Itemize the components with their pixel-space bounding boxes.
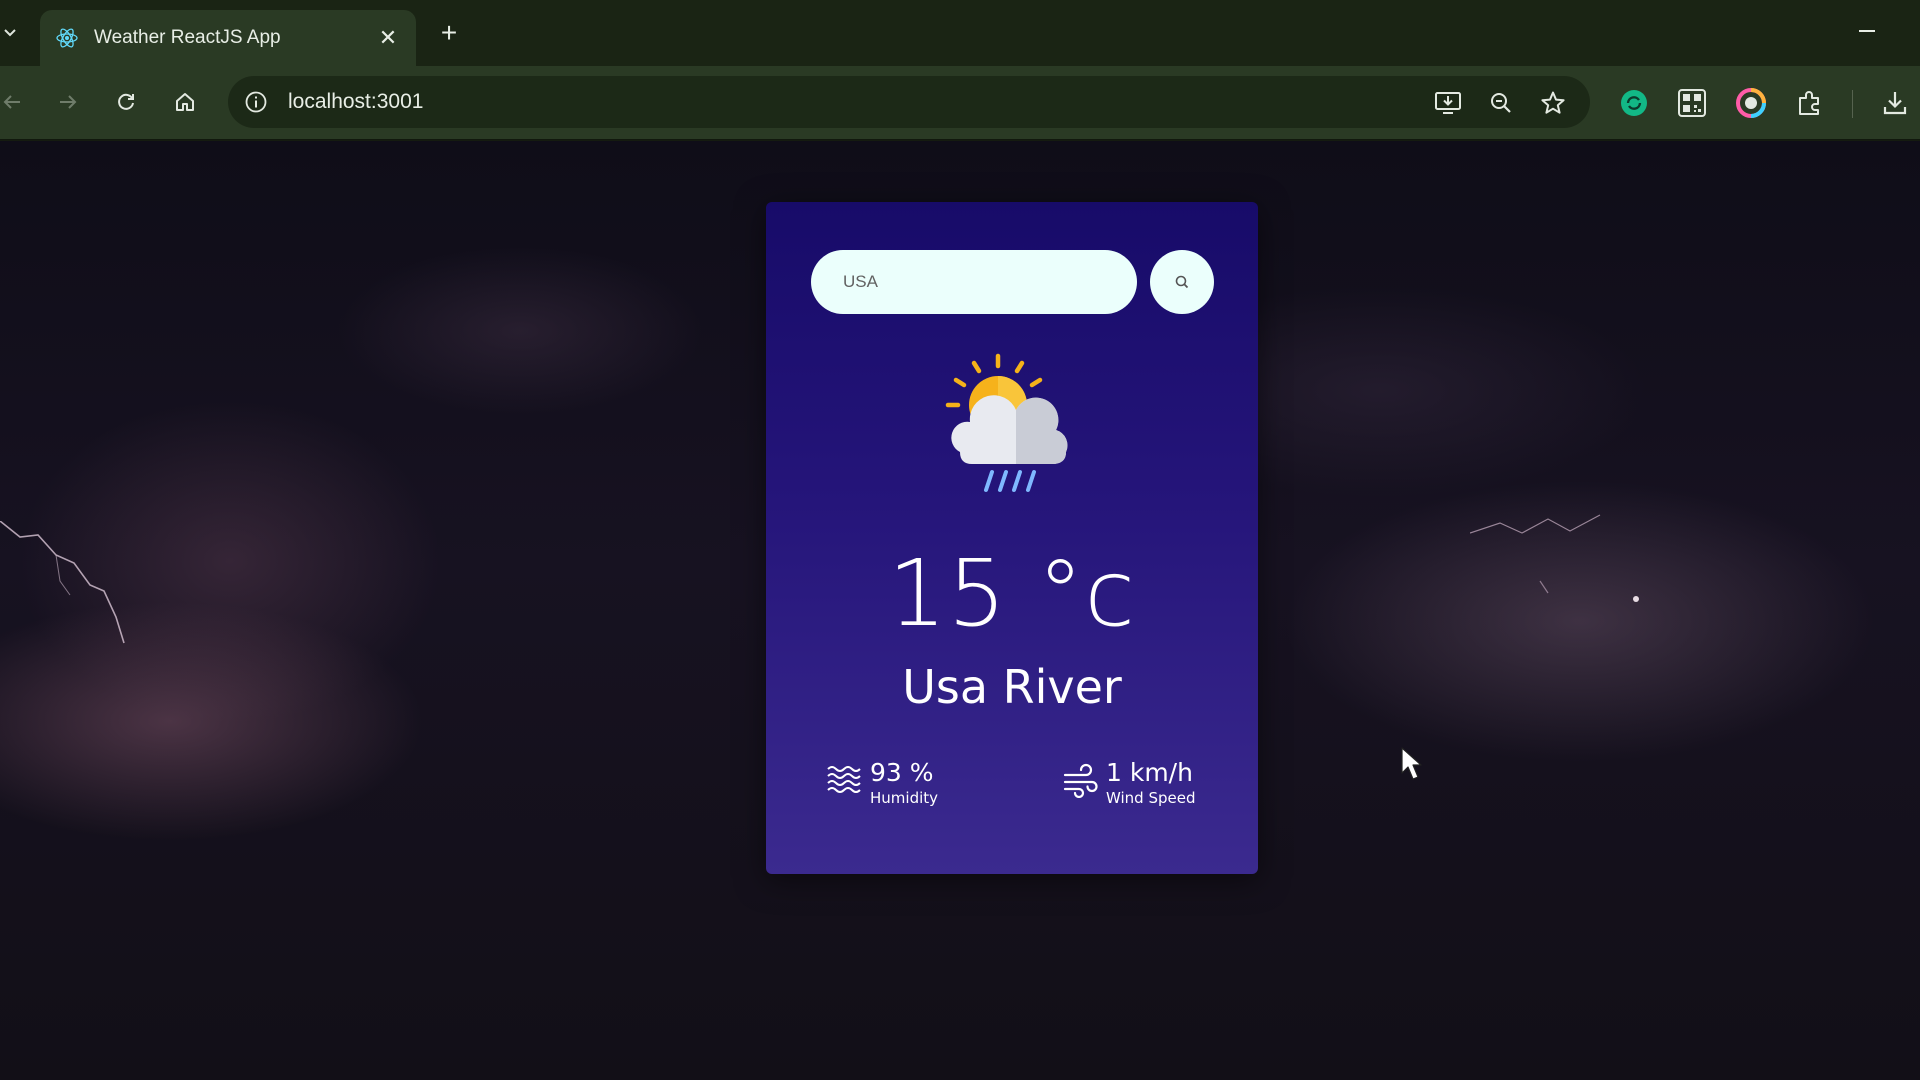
downloads-icon[interactable] <box>1878 86 1912 120</box>
minimize-window-button[interactable] <box>1852 16 1882 46</box>
city-name: Usa River <box>902 660 1122 714</box>
browser-toolbar: localhost:3001 <box>0 66 1920 140</box>
search-icon <box>1175 275 1189 289</box>
wind-value: 1 km/h <box>1106 758 1193 787</box>
browser-tab[interactable]: Weather ReactJS App ✕ <box>40 10 416 66</box>
close-tab-icon[interactable]: ✕ <box>374 25 402 51</box>
tab-title: Weather ReactJS App <box>94 27 281 48</box>
qr-code-extension-icon[interactable] <box>1675 86 1709 120</box>
forward-icon[interactable] <box>48 82 88 122</box>
zoom-icon[interactable] <box>1486 88 1516 118</box>
lightning-bolt-right <box>1470 514 1639 602</box>
lightning-bolt-left <box>0 521 125 644</box>
new-tab-button[interactable]: + <box>432 16 466 50</box>
wind-icon <box>1063 763 1098 798</box>
reload-icon[interactable] <box>106 82 146 122</box>
color-picker-extension-icon[interactable] <box>1734 86 1768 120</box>
tab-search-chevron-icon[interactable] <box>0 16 20 50</box>
home-icon[interactable] <box>165 82 205 122</box>
install-app-icon[interactable] <box>1433 88 1463 118</box>
url-text: localhost:3001 <box>288 90 424 113</box>
mouse-cursor-icon <box>1401 747 1422 780</box>
humidity-stat: 93 % Humidity <box>826 758 938 807</box>
wind-stat: 1 km/h Wind Speed <box>1062 758 1196 807</box>
temperature: 15 °c <box>888 540 1136 647</box>
weather-card: 15 °c Usa River 93 % Humidity <box>766 202 1258 874</box>
toolbar-separator <box>1852 90 1853 118</box>
wind-label: Wind Speed <box>1106 789 1196 807</box>
humidity-label: Humidity <box>870 789 939 807</box>
rain-sun-cloud-icon <box>945 353 1068 492</box>
bookmark-star-icon[interactable] <box>1538 88 1568 118</box>
page-viewport: 15 °c Usa River 93 % Humidity <box>0 141 1920 1080</box>
humidity-icon <box>827 766 861 793</box>
extension-sync-icon[interactable] <box>1617 86 1651 120</box>
search-button[interactable] <box>1150 250 1214 314</box>
tab-strip: Weather ReactJS App ✕ + <box>0 0 1920 66</box>
search-input[interactable] <box>811 250 1137 314</box>
back-icon[interactable] <box>0 82 32 122</box>
site-info-icon[interactable] <box>242 88 270 116</box>
address-bar[interactable]: localhost:3001 <box>228 76 1590 128</box>
extensions-puzzle-icon[interactable] <box>1793 86 1827 120</box>
react-icon <box>54 25 80 51</box>
humidity-value: 93 % <box>870 758 934 787</box>
